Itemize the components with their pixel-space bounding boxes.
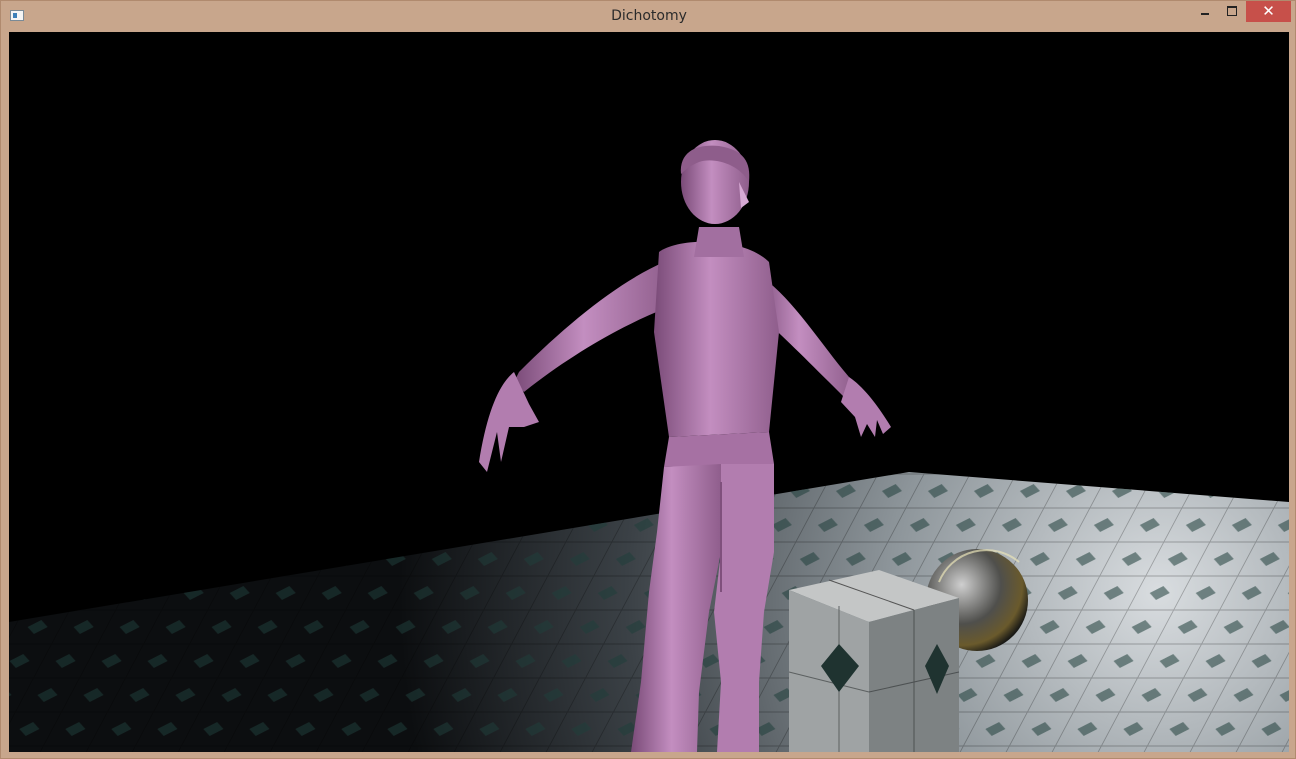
app-window: Dichotomy ✕ — [0, 0, 1296, 759]
close-icon: ✕ — [1262, 2, 1275, 20]
maximize-button[interactable] — [1219, 1, 1245, 22]
maximize-icon — [1227, 6, 1237, 16]
close-button[interactable]: ✕ — [1246, 1, 1291, 22]
minimize-button[interactable] — [1193, 1, 1217, 22]
minimize-icon — [1201, 13, 1209, 15]
title-bar[interactable]: Dichotomy ✕ — [1, 1, 1296, 31]
stone-cube — [788, 570, 960, 752]
scene-render — [9, 140, 1289, 752]
window-title: Dichotomy — [611, 8, 687, 24]
render-viewport[interactable] — [9, 32, 1289, 752]
